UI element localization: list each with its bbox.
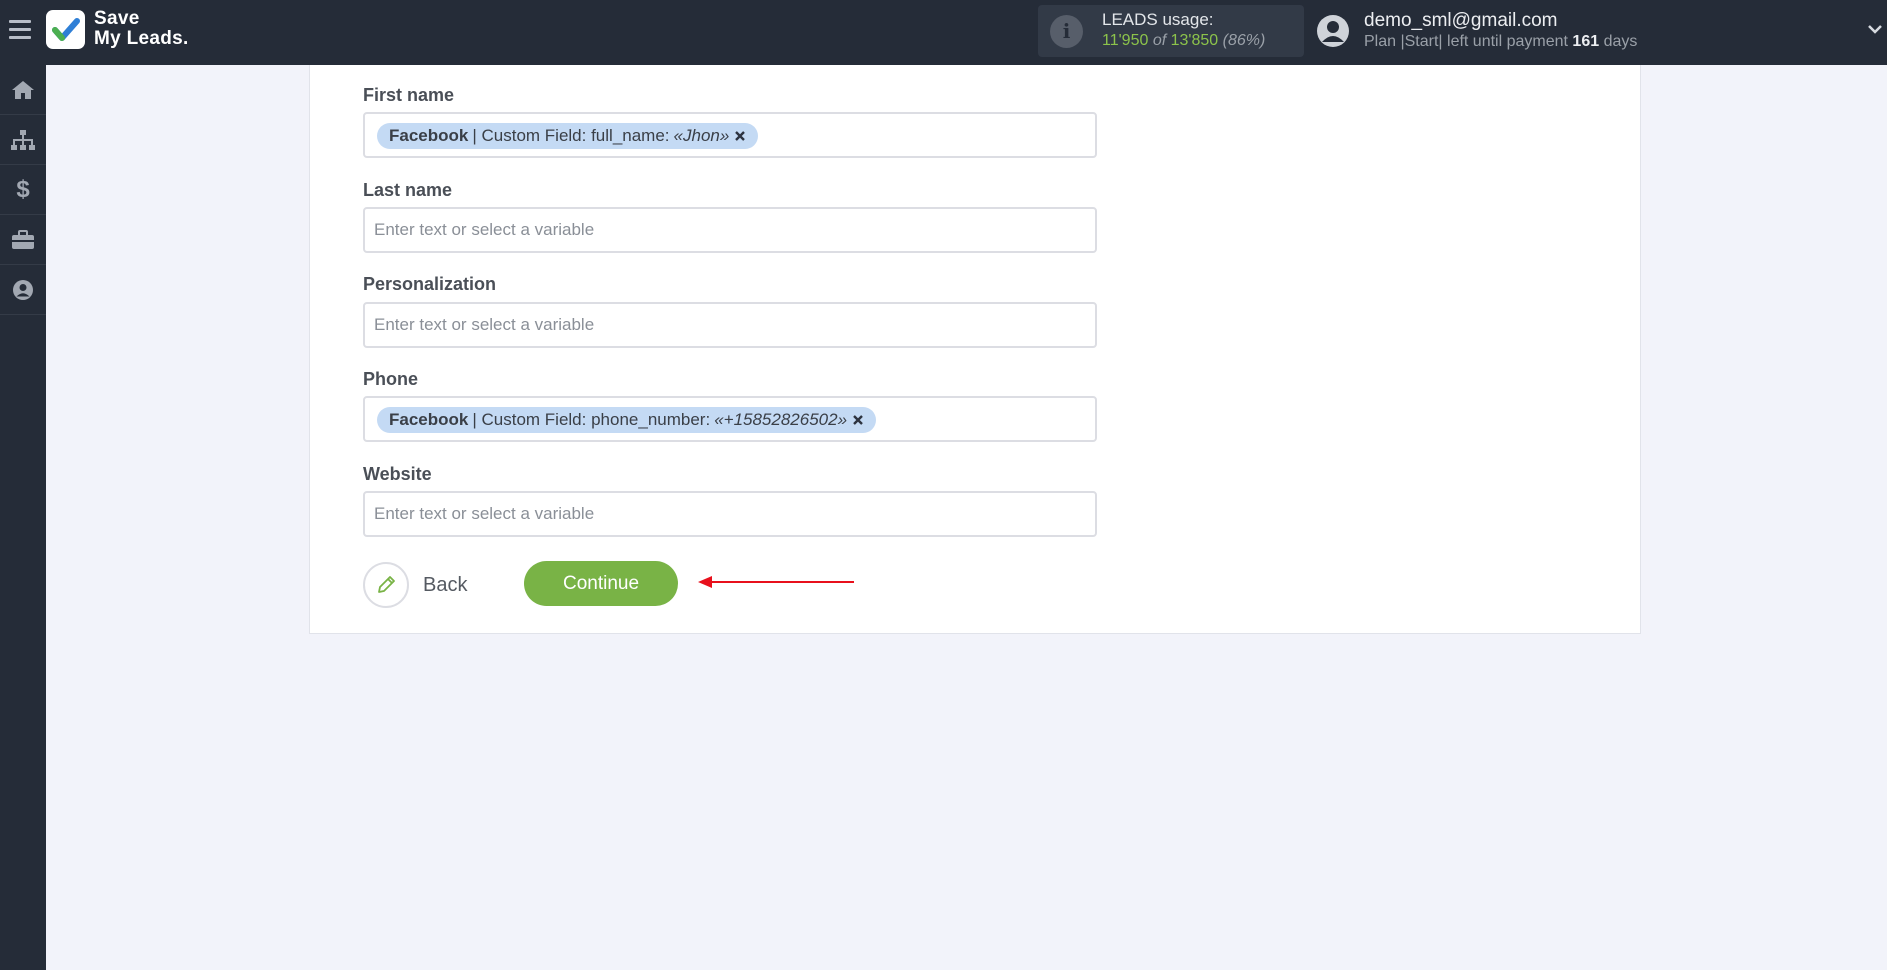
- user-avatar-icon[interactable]: [1316, 14, 1350, 48]
- leads-usage-title: LEADS usage:: [1102, 10, 1214, 29]
- sidebar-item-profile[interactable]: [0, 265, 46, 315]
- info-icon: i: [1050, 15, 1083, 48]
- continue-button[interactable]: Continue: [524, 561, 678, 606]
- leads-usage-value: 11'950 of 13'850 (86%): [1102, 32, 1266, 49]
- sidebar-item-home[interactable]: [0, 65, 46, 115]
- website-field[interactable]: [363, 491, 1097, 537]
- remove-chip-icon[interactable]: [734, 130, 746, 142]
- user-circle-icon: [13, 279, 33, 300]
- leads-usage-panel: i LEADS usage: 11'950 of 13'850 (86%): [1038, 5, 1304, 57]
- back-button[interactable]: Back: [363, 562, 467, 608]
- pencil-icon: [363, 562, 409, 608]
- user-email: demo_sml@gmail.com: [1364, 10, 1558, 31]
- red-arrow-annotation: [698, 576, 854, 588]
- website-label: Website: [363, 464, 432, 484]
- chevron-down-icon[interactable]: [1866, 20, 1884, 38]
- last-name-field[interactable]: [363, 207, 1097, 253]
- phone-label: Phone: [363, 369, 419, 389]
- first-name-label: First name: [363, 85, 455, 105]
- personalization-field[interactable]: [363, 302, 1097, 348]
- dollar-icon: $: [16, 175, 30, 203]
- sidebar-item-billing[interactable]: $: [0, 165, 46, 215]
- home-icon: [12, 80, 34, 99]
- user-plan: Plan |Start| left until payment 161 days: [1364, 33, 1638, 50]
- sidebar-item-connections[interactable]: [0, 115, 46, 165]
- sitemap-icon: [11, 129, 35, 150]
- last-name-input[interactable]: [365, 209, 1095, 251]
- top-bar: Save My Leads. i LEADS usage: 11'950 of …: [0, 0, 1887, 65]
- variable-chip[interactable]: Facebook | Custom Field: phone_number: «…: [377, 407, 877, 433]
- first-name-field[interactable]: Facebook | Custom Field: full_name: «Jho…: [363, 112, 1097, 158]
- personalization-input[interactable]: [365, 304, 1095, 346]
- variable-chip[interactable]: Facebook | Custom Field: full_name: «Jho…: [377, 123, 759, 149]
- phone-field[interactable]: Facebook | Custom Field: phone_number: «…: [363, 396, 1097, 442]
- sidebar-item-tools[interactable]: [0, 215, 46, 265]
- last-name-label: Last name: [363, 180, 453, 200]
- website-input[interactable]: [365, 493, 1095, 535]
- sidebar: $: [0, 65, 46, 970]
- back-label: Back: [423, 573, 468, 596]
- remove-chip-icon[interactable]: [852, 414, 864, 426]
- logo-icon[interactable]: [46, 10, 85, 49]
- brand-name: Save My Leads.: [94, 8, 189, 49]
- personalization-label: Personalization: [363, 274, 497, 294]
- briefcase-icon: [12, 229, 34, 249]
- menu-icon[interactable]: [9, 20, 31, 42]
